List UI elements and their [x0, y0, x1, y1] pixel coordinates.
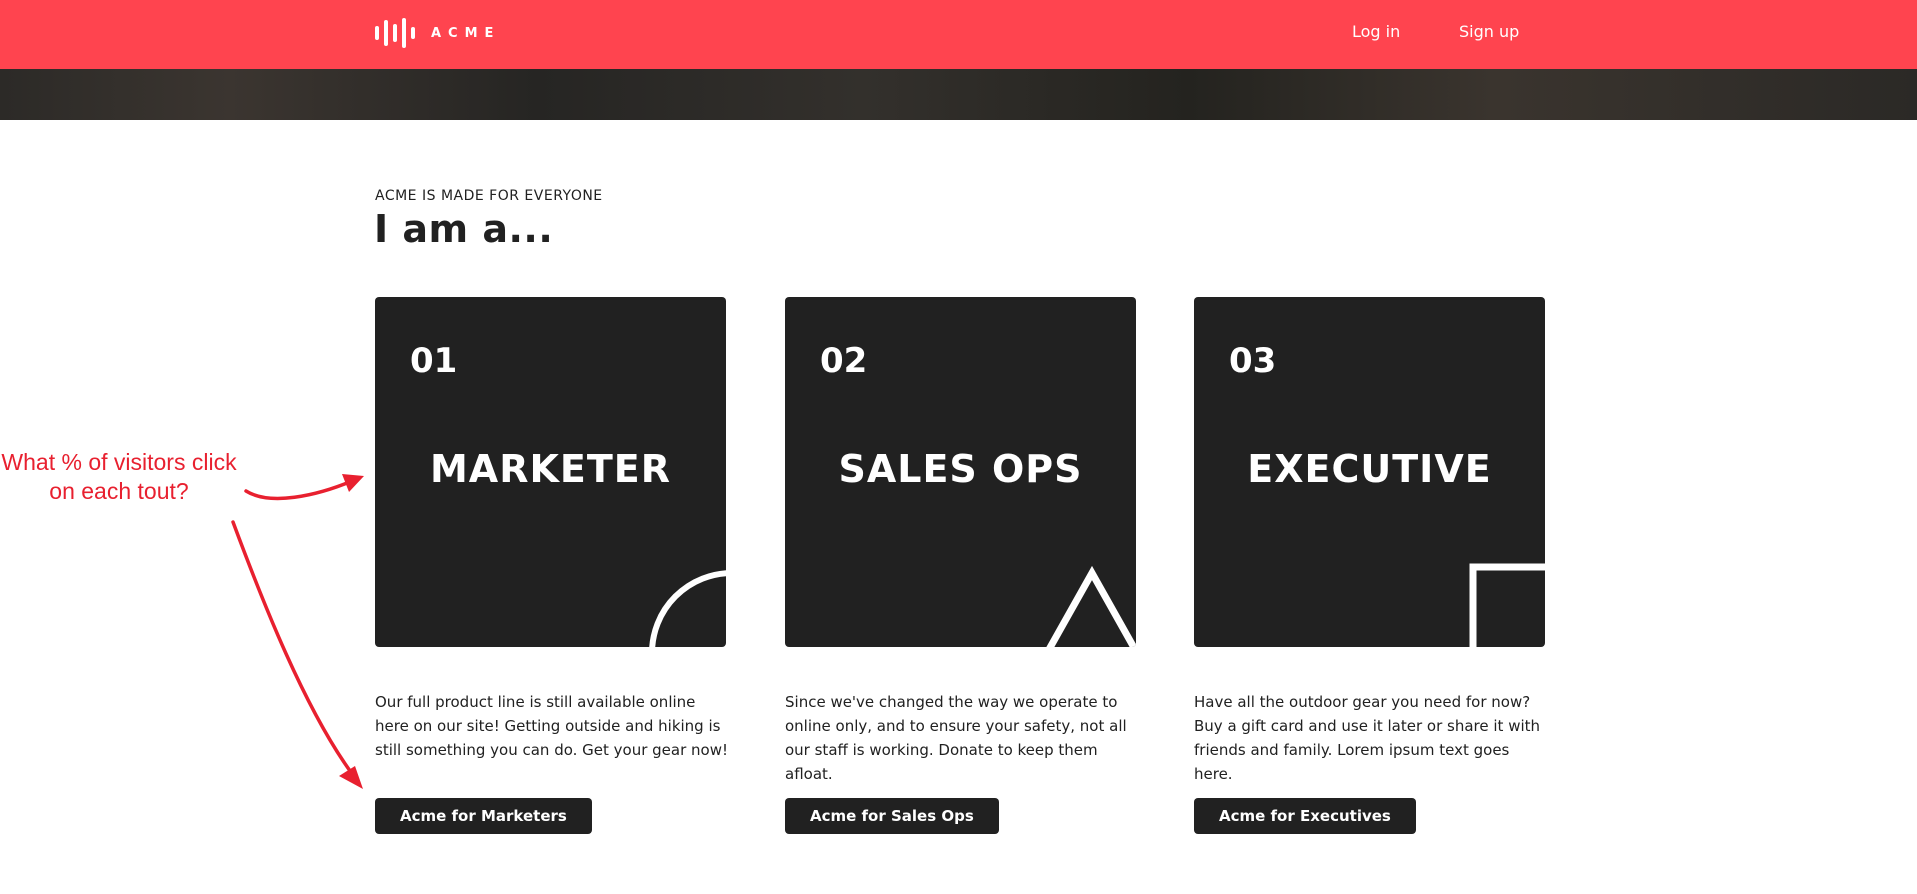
section-headline: I am a... — [374, 207, 554, 251]
triangle-icon — [1046, 565, 1136, 647]
logo-link[interactable]: ACME — [375, 18, 500, 48]
tile-marketer[interactable]: 01 MARKETER — [375, 297, 726, 647]
sound-wave-logo-icon — [375, 18, 415, 48]
page: ACME Log in Sign up ACME IS MADE FOR EVE… — [0, 0, 1917, 894]
acme-for-sales-ops-button[interactable]: Acme for Sales Ops — [785, 798, 999, 834]
arrow-to-tile-icon — [244, 474, 364, 501]
hero-image-strip — [0, 69, 1917, 120]
logo-text: ACME — [431, 25, 501, 41]
login-link[interactable]: Log in — [1352, 22, 1400, 41]
site-header: ACME Log in Sign up — [0, 0, 1917, 69]
square-icon — [1469, 563, 1545, 647]
tile-description-marketer: Our full product line is still available… — [375, 693, 729, 759]
tile-description-executive: Have all the outdoor gear you need for n… — [1194, 693, 1541, 783]
section-eyebrow: ACME IS MADE FOR EVERYONE — [375, 188, 603, 204]
annotation-text: What % of visitors click on each tout? — [1, 449, 237, 504]
tile-description-sales-ops: Since we've changed the way we operate t… — [785, 693, 1127, 783]
arrow-to-button-icon — [231, 520, 363, 789]
acme-for-marketers-button[interactable]: Acme for Marketers — [375, 798, 592, 834]
acme-for-executives-button[interactable]: Acme for Executives — [1194, 798, 1416, 834]
tile-executive[interactable]: 03 EXECUTIVE — [1194, 297, 1545, 647]
tile-sales-ops[interactable]: 02 SALES OPS — [785, 297, 1136, 647]
half-circle-icon — [649, 570, 726, 647]
signup-link[interactable]: Sign up — [1459, 22, 1519, 41]
